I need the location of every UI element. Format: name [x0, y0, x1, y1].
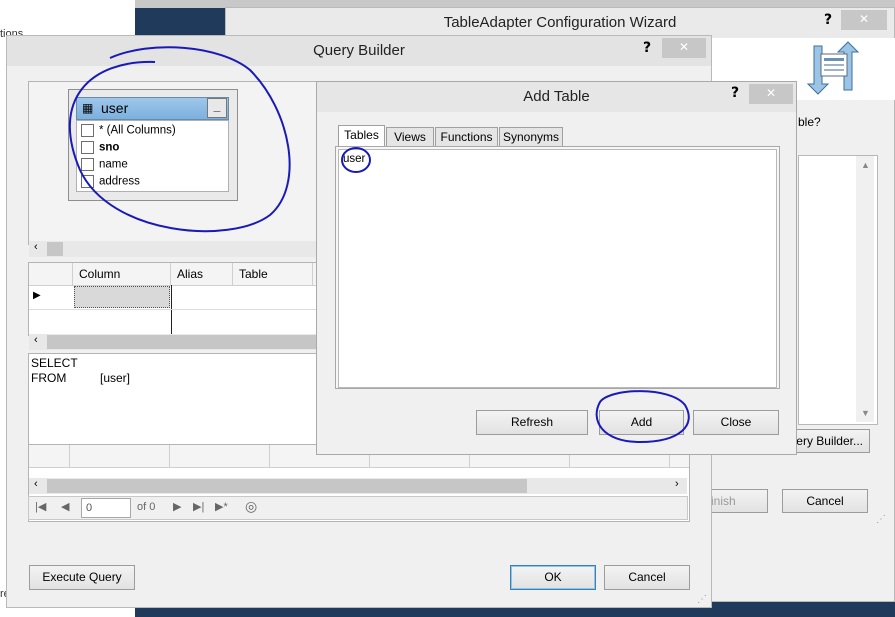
diagram-scroll-thumb[interactable]	[47, 242, 63, 256]
column-checkbox[interactable]	[81, 141, 94, 154]
scroll-up-icon[interactable]: ▲	[861, 160, 870, 170]
grid-scroll-thumb[interactable]	[47, 335, 323, 349]
sql-select-line: SELECT	[31, 356, 78, 370]
table-box-user[interactable]: ▦ user _ * (All Columns) sno name addres…	[68, 89, 238, 201]
record-count-label: of 0	[137, 501, 156, 513]
wizard-list-scrollbar[interactable]: ▲ ▼	[856, 156, 874, 422]
table-box-columns: * (All Columns) sno name address	[76, 120, 229, 192]
column-label: * (All Columns)	[99, 124, 176, 137]
wizard-close-button[interactable]: ✕	[841, 10, 887, 30]
grid-scrollbar[interactable]: ‹	[29, 334, 327, 350]
criteria-grid[interactable]: Column Alias Table ▶	[28, 262, 330, 336]
column-checkbox[interactable]	[81, 124, 94, 137]
grid-cell-active[interactable]	[74, 286, 170, 308]
grid-header-alias[interactable]: Alias	[171, 263, 233, 285]
table-grid-icon: ▦	[82, 101, 94, 115]
grid-row-selector[interactable]: ▶	[33, 290, 41, 301]
qb-ok-button[interactable]: OK	[510, 565, 596, 590]
tables-list[interactable]: user	[338, 149, 777, 388]
add-table-close-x-button[interactable]: ✕	[749, 84, 793, 104]
add-table-window: Add Table ? ✕ Tables Views Functions Syn…	[316, 81, 797, 455]
table-box-title: user	[101, 100, 129, 116]
sql-from-keyword: FROM	[31, 371, 67, 385]
results-divider	[269, 445, 270, 467]
query-builder-title: Query Builder	[313, 42, 405, 59]
tab-synonyms[interactable]: Synonyms	[499, 127, 563, 146]
column-label: sno	[99, 141, 120, 154]
scroll-left-icon[interactable]: ‹	[34, 334, 38, 346]
wizard-logo-icon	[804, 40, 866, 96]
execute-query-button[interactable]: Execute Query	[29, 565, 135, 590]
grid-header-table[interactable]: Table	[233, 263, 313, 285]
scroll-left-icon[interactable]: ‹	[34, 478, 38, 490]
list-item[interactable]: user	[343, 153, 365, 165]
sql-from-value: [user]	[100, 371, 131, 385]
scroll-right-icon[interactable]: ›	[675, 478, 679, 490]
results-divider	[169, 445, 170, 467]
cancel-query-icon[interactable]: ◎	[245, 498, 257, 515]
tab-views[interactable]: Views	[386, 127, 434, 146]
query-builder-button[interactable]: ery Builder...	[786, 429, 870, 453]
results-scrollbar[interactable]: ‹ ›	[29, 478, 687, 494]
add-button[interactable]: Add	[599, 410, 684, 435]
table-minimize-button[interactable]: _	[207, 98, 227, 118]
tab-tables[interactable]: Tables	[338, 125, 385, 146]
column-row-address[interactable]: address	[81, 175, 140, 188]
grid-row-divider	[29, 309, 329, 310]
column-label: name	[99, 158, 128, 171]
column-label: address	[99, 175, 140, 188]
last-record-icon[interactable]: ▶|	[193, 500, 204, 513]
scroll-down-icon[interactable]: ▼	[861, 408, 870, 418]
refresh-button[interactable]: Refresh	[476, 410, 588, 435]
column-checkbox[interactable]	[81, 175, 94, 188]
wizard-help-button[interactable]: ?	[818, 11, 838, 29]
next-record-icon[interactable]: ▶	[173, 500, 181, 513]
qb-cancel-button[interactable]: Cancel	[604, 565, 690, 590]
column-row-name[interactable]: name	[81, 158, 128, 171]
wizard-titlebar: TableAdapter Configuration Wizard	[226, 8, 894, 38]
scroll-left-icon[interactable]: ‹	[34, 241, 38, 253]
query-builder-titlebar: Query Builder	[7, 36, 711, 66]
results-scroll-thumb[interactable]	[47, 479, 527, 493]
grid-header-row: Column Alias Table	[29, 263, 329, 286]
add-table-help-button[interactable]: ?	[725, 84, 745, 102]
record-position-input[interactable]: 0	[81, 498, 131, 518]
grid-header-column[interactable]: Column	[73, 263, 171, 285]
add-table-tabs: Tables Views Functions Synonyms	[338, 125, 638, 148]
grid-rowheader-corner	[29, 263, 73, 285]
first-record-icon[interactable]: |◀	[35, 500, 46, 513]
qb-close-button[interactable]: ✕	[662, 38, 706, 58]
record-navigator: |◀ ◀ 0 of 0 ▶ ▶| ▶* ◎	[28, 496, 688, 520]
add-table-close-button[interactable]: Close	[693, 410, 779, 435]
column-row-all[interactable]: * (All Columns)	[81, 124, 176, 137]
new-record-icon[interactable]: ▶*	[215, 500, 228, 513]
resize-grip-icon[interactable]: ⋰	[876, 514, 886, 525]
qb-help-button[interactable]: ?	[637, 39, 657, 57]
column-checkbox[interactable]	[81, 158, 94, 171]
wizard-question-text: ble?	[798, 115, 821, 129]
column-row-sno[interactable]: sno	[81, 141, 119, 154]
resize-grip-icon[interactable]: ⋰	[697, 594, 707, 605]
wizard-cancel-button[interactable]: Cancel	[782, 489, 868, 513]
add-table-title: Add Table	[523, 88, 590, 105]
wizard-title: TableAdapter Configuration Wizard	[443, 14, 677, 31]
table-box-header[interactable]: ▦ user _	[76, 97, 229, 120]
tab-functions[interactable]: Functions	[435, 127, 498, 146]
sql-pane[interactable]: SELECT FROM [user]	[28, 353, 330, 445]
diagram-scrollbar[interactable]: ‹	[29, 241, 327, 257]
results-divider	[69, 445, 70, 467]
prev-record-icon[interactable]: ◀	[61, 500, 69, 513]
grid-cell-divider	[171, 285, 172, 335]
